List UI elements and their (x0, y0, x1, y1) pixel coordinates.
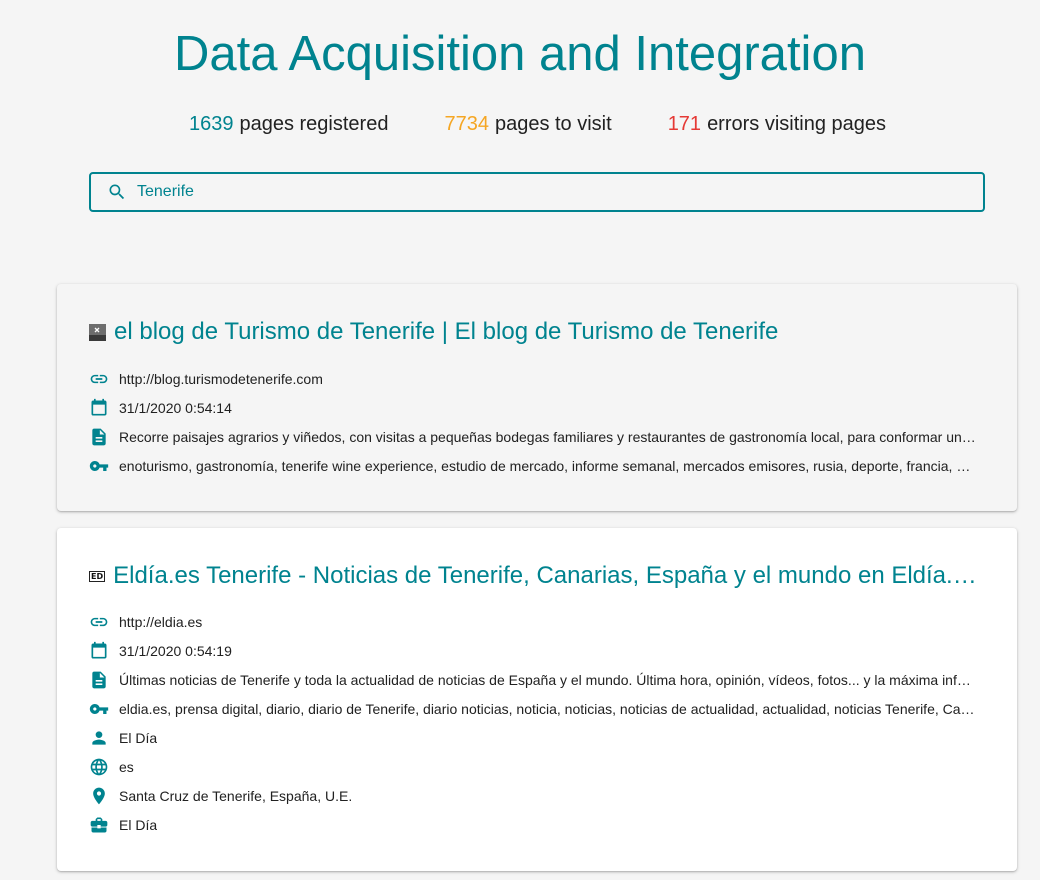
search-box[interactable] (89, 172, 985, 212)
result-keywords: eldia.es, prensa digital, diario, diario… (119, 700, 977, 717)
page-title: Data Acquisition and Integration (174, 27, 866, 81)
result-url[interactable]: http://blog.turismodetenerife.com (119, 371, 323, 387)
stat-registered-label: pages registered (239, 113, 389, 135)
result-location-row: Santa Cruz de Tenerife, España, U.E. (89, 781, 977, 810)
result-location: Santa Cruz de Tenerife, España, U.E. (119, 787, 353, 804)
result-description-row: Recorre paisajes agrarios y viñedos, con… (89, 422, 977, 451)
result-title-link[interactable]: el blog de Turismo de Tenerife | El blog… (114, 318, 778, 346)
search-icon (109, 184, 125, 200)
result-author: El Día (119, 729, 158, 746)
result-language: es (119, 758, 134, 775)
link-icon (90, 617, 108, 626)
result-url[interactable]: http://eldia.es (119, 614, 202, 630)
person-icon (92, 730, 106, 745)
stat-to-visit: 7734 pages to visit (444, 112, 611, 136)
location-pin-icon (93, 787, 105, 804)
calendar-icon (91, 398, 107, 415)
broken-favicon-icon (89, 323, 106, 341)
result-description-row: Últimas noticias de Tenerife y toda la a… (89, 665, 977, 694)
link-icon (90, 374, 108, 383)
stat-errors: 171 errors visiting pages (668, 112, 886, 136)
key-icon (89, 703, 109, 714)
document-icon (92, 428, 106, 445)
globe-icon (90, 758, 108, 775)
result-keywords-row: enoturismo, gastronomía, tenerife wine e… (89, 451, 977, 480)
result-card: ED Eldía.es Tenerife - Noticias de Tener… (57, 528, 1017, 871)
result-organization: El Día (119, 816, 158, 833)
stat-errors-count: 171 (667, 113, 702, 135)
result-description: Últimas noticias de Tenerife y toda la a… (119, 671, 977, 688)
search-input[interactable] (137, 183, 957, 201)
stat-registered: 1639 pages registered (189, 112, 388, 136)
stat-registered-count: 1639 (188, 113, 234, 135)
stat-to-visit-label: pages to visit (494, 113, 612, 135)
stats-bar: 1639 pages registered 7734 pages to visit … (0, 112, 1040, 136)
result-author-row: El Día (89, 723, 977, 752)
stat-to-visit-count: 7734 (444, 113, 489, 135)
result-date-row: 31/1/2020 0:54:14 (89, 393, 977, 422)
result-date: 31/1/2020 0:54:14 (119, 399, 232, 416)
calendar-icon (91, 641, 107, 658)
result-url-row: http://blog.turismodetenerife.com (89, 364, 977, 393)
result-language-row: es (89, 752, 977, 781)
key-icon (89, 460, 109, 471)
result-description: Recorre paisajes agrarios y viñedos, con… (119, 428, 977, 445)
result-date: 31/1/2020 0:54:19 (119, 642, 232, 659)
briefcase-icon (90, 817, 108, 832)
eldia-favicon-icon: ED (89, 570, 106, 582)
document-icon (92, 671, 106, 688)
result-keywords-row: eldia.es, prensa digital, diario, diario… (89, 694, 977, 723)
result-date-row: 31/1/2020 0:54:19 (89, 636, 977, 665)
result-url-row: http://eldia.es (89, 607, 977, 636)
result-keywords: enoturismo, gastronomía, tenerife wine e… (119, 457, 977, 474)
result-organization-row: El Día (89, 810, 977, 839)
result-title-link[interactable]: Eldía.es Tenerife - Noticias de Tenerife… (113, 562, 977, 590)
stat-errors-label: errors visiting pages (707, 113, 887, 135)
result-card: el blog de Turismo de Tenerife | El blog… (57, 284, 1017, 511)
